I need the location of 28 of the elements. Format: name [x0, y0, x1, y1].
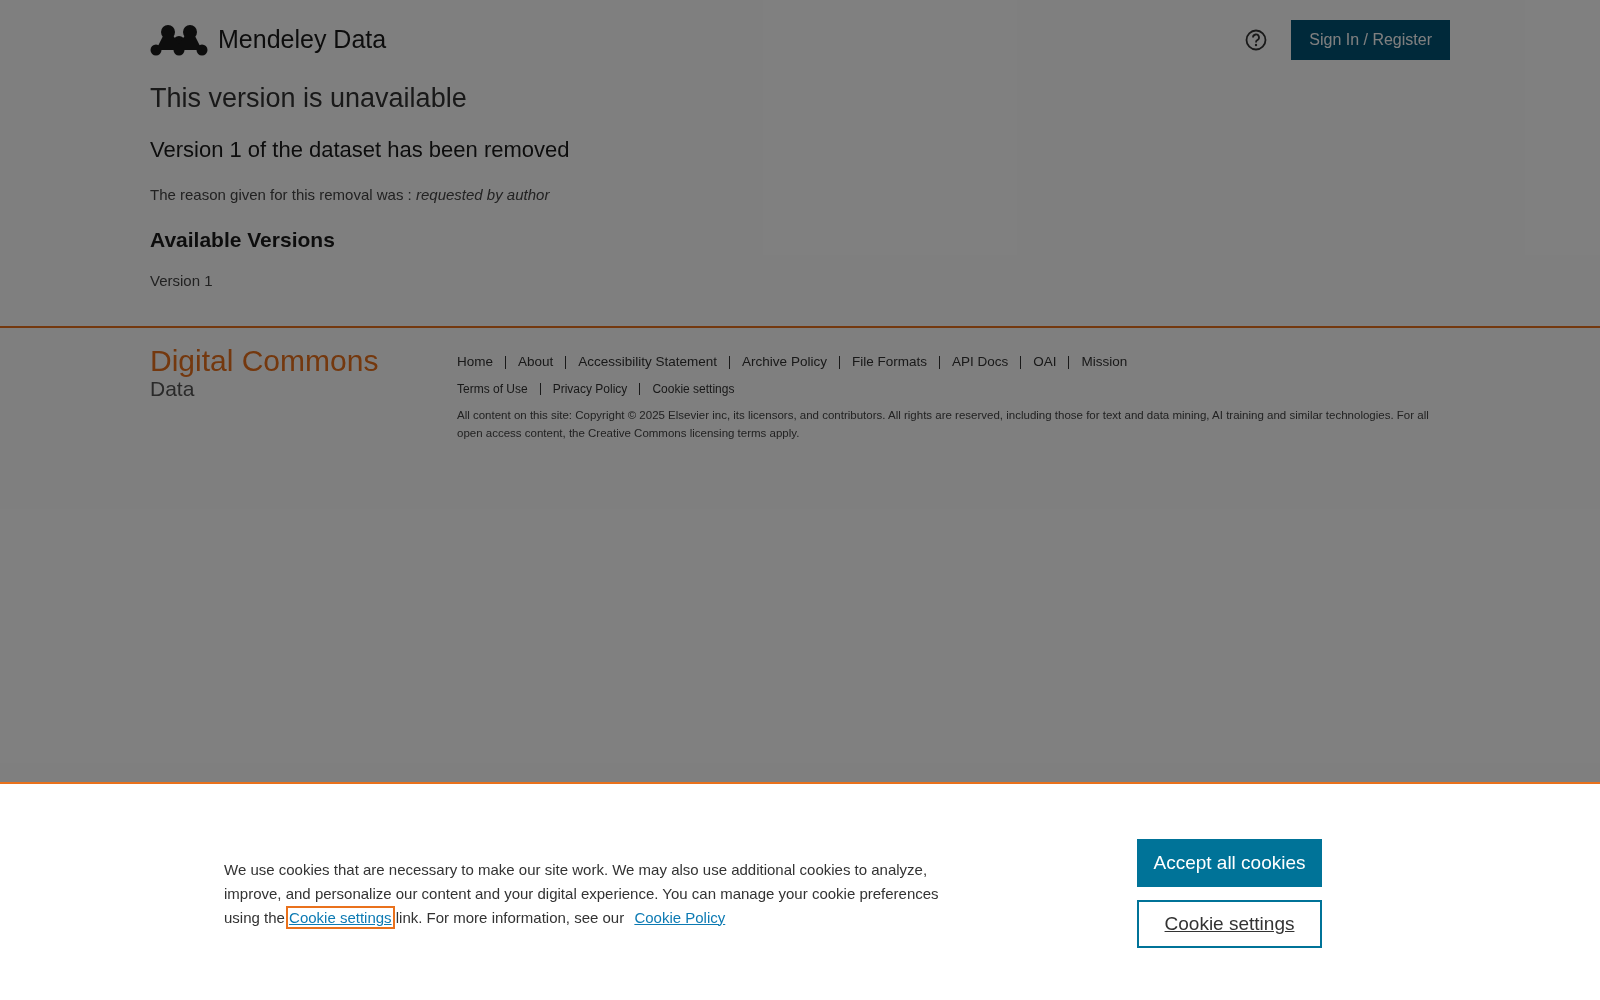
footer-logo-title[interactable]: Digital Commons — [150, 346, 457, 376]
footer-link[interactable]: Archive Policy — [742, 352, 827, 373]
help-icon[interactable] — [1245, 29, 1268, 51]
cookie-policy-link[interactable]: Cookie Policy — [634, 908, 726, 926]
footer-link[interactable]: Accessibility Statement — [578, 352, 718, 373]
footer-link[interactable]: OAI — [1033, 352, 1057, 373]
footer-link[interactable]: API Docs — [951, 352, 1009, 373]
sign-in-button[interactable]: Sign In / Register — [1291, 20, 1450, 60]
versions-heading: Available Versions — [150, 227, 336, 253]
removal-reason: The reason given for this removal was : requested by author — [150, 184, 551, 205]
footer-link[interactable]: File Formats — [851, 352, 927, 373]
version-link[interactable]: Version 1 — [150, 269, 1450, 292]
footer-link[interactable]: Terms of Use — [457, 380, 528, 399]
cookie-settings-button[interactable]: Cookie settings — [1137, 900, 1322, 948]
cookie-settings-link[interactable]: Cookie settings — [289, 908, 392, 926]
page-subtitle: Version 1 of the dataset has been removed — [150, 135, 571, 164]
accept-cookies-button[interactable]: Accept all cookies — [1137, 839, 1322, 887]
footer-link[interactable]: Home — [457, 352, 493, 373]
logo-text[interactable]: Mendeley Data — [218, 21, 387, 59]
footer-link[interactable]: Mission — [1081, 352, 1128, 373]
footer-link[interactable]: Privacy Policy — [552, 380, 628, 399]
mendeley-logo-icon — [150, 24, 208, 56]
footer-link[interactable]: Cookie settings — [652, 380, 735, 399]
cookie-notice-text: We use cookies that are necessary to make our site work. We may also use additional cookies to analyze, improve, and personalize our content and your digital experience. You can manage your cookie preferences using the Cookie settings link. For more information, see our Cookie Policy — [224, 857, 964, 930]
page-title: This version is unavailable — [150, 82, 468, 115]
footer-logo-subtitle[interactable]: Data — [150, 378, 457, 399]
copyright-text: All content on this site: Copyright © 2025 Elsevier inc, its licensors, and contributors. All rights are reserved, including those for text and data mining, AI training and similar technologies. For all open access content, the Creative Commons licensing terms apply. — [457, 408, 1430, 442]
footer-link[interactable]: About — [518, 352, 554, 373]
